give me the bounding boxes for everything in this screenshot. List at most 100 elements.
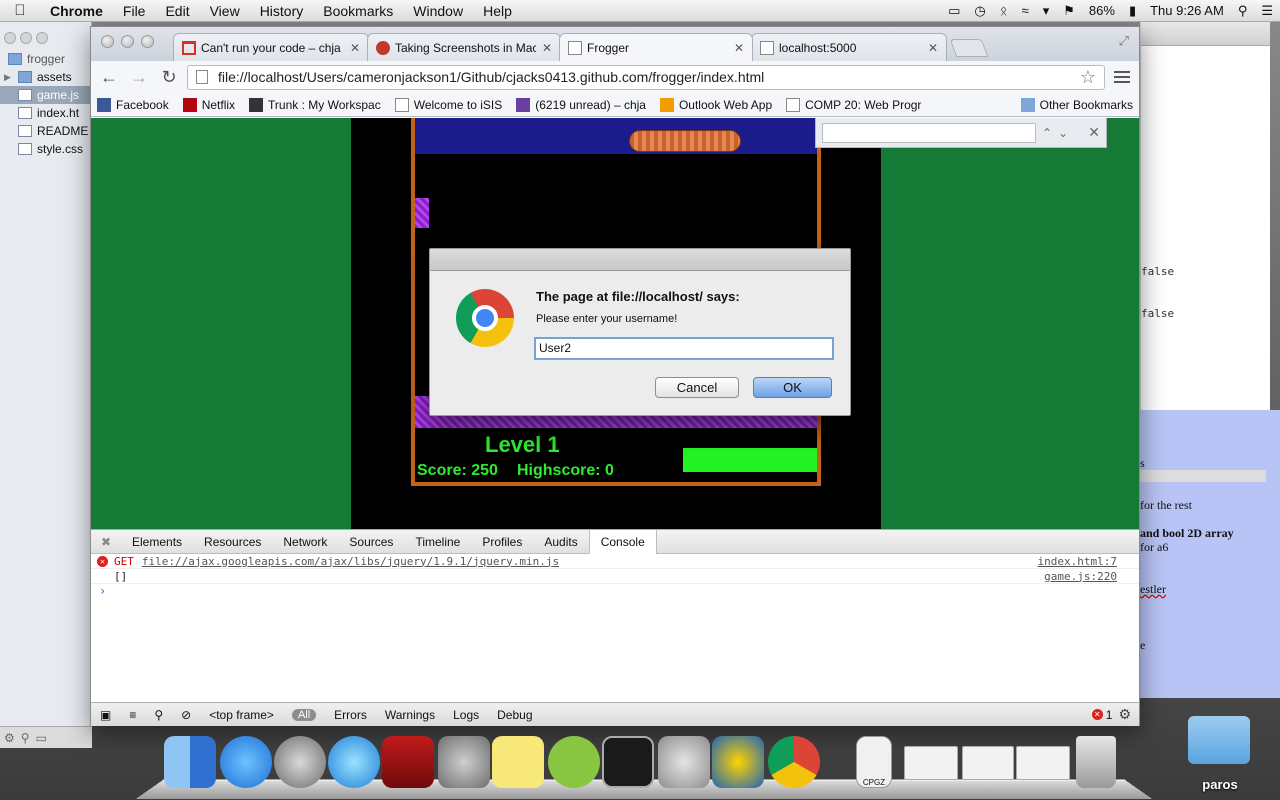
close-tab-icon[interactable]: ✕ [350, 41, 360, 55]
menu-view[interactable]: View [200, 3, 250, 19]
close-window-button[interactable] [101, 35, 114, 48]
bookmark-netflix[interactable]: Netflix [182, 97, 235, 112]
menu-clock[interactable]: Thu 9:26 AM [1143, 3, 1231, 18]
apple-menu-icon[interactable]:  [0, 2, 40, 19]
find-input[interactable] [822, 122, 1036, 143]
disclosure-triangle-icon[interactable]: ▶ [0, 72, 11, 83]
new-tab-button[interactable] [949, 39, 989, 57]
finder-row-readme[interactable]: README [0, 122, 91, 140]
close-tab-icon[interactable]: ✕ [542, 41, 552, 55]
close-tab-icon[interactable]: ✕ [734, 41, 744, 55]
itunes-icon[interactable] [328, 736, 380, 788]
dock-toggle-icon[interactable]: ▣ [91, 708, 120, 722]
cpgz-file-icon[interactable]: CPGZ [856, 736, 892, 788]
close-tab-icon[interactable]: ✕ [928, 41, 938, 55]
bookmark-comp20[interactable]: COMP 20: Web Progr [786, 97, 921, 112]
bookmark-star-icon[interactable]: ☆ [1080, 67, 1096, 88]
finder-row-style[interactable]: style.css [0, 140, 91, 158]
address-bar[interactable]: file://localhost/Users/cameronjackson1/G… [187, 64, 1105, 90]
window-thumb-icon[interactable] [1016, 746, 1070, 780]
tab-localhost[interactable]: localhost:5000 ✕ [751, 33, 947, 61]
tab-resources[interactable]: Resources [193, 530, 272, 554]
notification-center-icon[interactable]: ☰ [1254, 3, 1280, 19]
airplay-icon[interactable]: ▭ [941, 3, 967, 19]
finder-close-button[interactable] [4, 32, 16, 44]
window-thumb-icon[interactable] [904, 746, 958, 780]
minimize-window-button[interactable] [121, 35, 134, 48]
find-next-icon[interactable]: ⌄ [1058, 126, 1068, 140]
battery-icon[interactable]: ▮ [1122, 3, 1143, 19]
finder-row-index[interactable]: index.ht [0, 104, 91, 122]
forward-button[interactable]: → [127, 65, 151, 89]
filter-errors[interactable]: Errors [325, 708, 376, 722]
desktop-folder-label[interactable]: paros [1180, 777, 1260, 792]
trash-icon[interactable] [1076, 736, 1116, 788]
menu-history[interactable]: History [250, 3, 314, 19]
battery-percent[interactable]: 86% [1082, 3, 1122, 18]
menu-edit[interactable]: Edit [155, 3, 199, 19]
fullscreen-icon[interactable]: ⤢ [1119, 33, 1129, 49]
bookmark-mail[interactable]: (6219 unread) – chja [516, 97, 646, 112]
other-bookmarks[interactable]: Other Bookmarks [1020, 97, 1133, 112]
launchpad-icon[interactable] [274, 736, 326, 788]
filter-logs[interactable]: Logs [444, 708, 488, 722]
finder-icon[interactable] [164, 736, 216, 788]
system-preferences-icon[interactable] [438, 736, 490, 788]
app-store-icon[interactable] [220, 736, 272, 788]
console-error-url[interactable]: file://ajax.googleapis.com/ajax/libs/jqu… [142, 555, 559, 568]
desktop-folder-icon[interactable] [1188, 716, 1250, 764]
input-flag-icon[interactable]: ⚑ [1056, 3, 1082, 19]
zoom-window-button[interactable] [141, 35, 154, 48]
volume-icon[interactable]: ▾ [1036, 3, 1057, 19]
filter-all[interactable]: All [291, 708, 317, 721]
username-input[interactable]: User2 [534, 337, 834, 360]
tab-profiles[interactable]: Profiles [471, 530, 533, 554]
time-machine-icon[interactable]: ◷ [967, 3, 992, 19]
tab-frogger[interactable]: Frogger ✕ [559, 33, 753, 61]
console-prompt[interactable]: › [91, 584, 1139, 600]
tab-console[interactable]: Console [588, 529, 657, 554]
devtools-close-icon[interactable]: ✖ [91, 535, 121, 549]
frame-selector[interactable]: <top frame> [200, 708, 283, 722]
spotlight-icon[interactable]: ⚲ [1231, 3, 1255, 19]
gear-icon[interactable]: ⚙ [4, 731, 15, 745]
bookmark-isis[interactable]: Welcome to iSIS [394, 97, 502, 112]
tab-gmail[interactable]: Can't run your code – chja ✕ [173, 33, 369, 61]
wifi-icon[interactable]: ≈ [1015, 3, 1036, 18]
settings-gear-icon[interactable]: ⚙ [1118, 706, 1139, 723]
terminal-icon[interactable] [602, 736, 654, 788]
chrome-menu-button[interactable] [1111, 66, 1133, 88]
preview-icon[interactable] [658, 736, 710, 788]
sidebar-toggle-icon[interactable]: ▭ [36, 731, 47, 745]
back-button[interactable]: ← [97, 65, 121, 89]
console-source-link[interactable]: game.js:220 [1044, 570, 1117, 583]
menu-app-name[interactable]: Chrome [40, 3, 113, 19]
search-icon[interactable]: ⚲ [145, 708, 172, 722]
tab-timeline[interactable]: Timeline [404, 530, 471, 554]
show-drawer-icon[interactable]: ≡ [120, 708, 145, 722]
bookmark-facebook[interactable]: Facebook [97, 97, 169, 112]
spotify-icon[interactable] [548, 736, 600, 788]
clear-console-icon[interactable]: ⊘ [172, 708, 200, 722]
menu-window[interactable]: Window [403, 3, 473, 19]
finder-zoom-button[interactable] [36, 32, 48, 44]
finder-path-item[interactable]: frogger [0, 50, 91, 68]
window-thumb-icon[interactable] [962, 746, 1014, 780]
reload-button[interactable]: ↻ [157, 65, 181, 89]
chrome-icon[interactable] [768, 736, 820, 788]
menu-bookmarks[interactable]: Bookmarks [313, 3, 403, 19]
wolfram-icon[interactable] [712, 736, 764, 788]
finder-minimize-button[interactable] [20, 32, 32, 44]
bookmark-outlook[interactable]: Outlook Web App [659, 97, 772, 112]
tab-network[interactable]: Network [272, 530, 338, 554]
tab-elements[interactable]: Elements [121, 530, 193, 554]
error-counter[interactable]: ✕ 1 [1091, 708, 1119, 722]
filter-debug[interactable]: Debug [488, 708, 541, 722]
finder-row-game-js[interactable]: game.js [0, 86, 91, 104]
cancel-button[interactable]: Cancel [655, 377, 739, 398]
console-source-link[interactable]: index.html:7 [1038, 555, 1117, 568]
menu-file[interactable]: File [113, 3, 156, 19]
find-close-icon[interactable]: ✕ [1088, 124, 1100, 141]
finder-row-assets[interactable]: ▶ assets [0, 68, 91, 86]
menu-help[interactable]: Help [473, 3, 522, 19]
